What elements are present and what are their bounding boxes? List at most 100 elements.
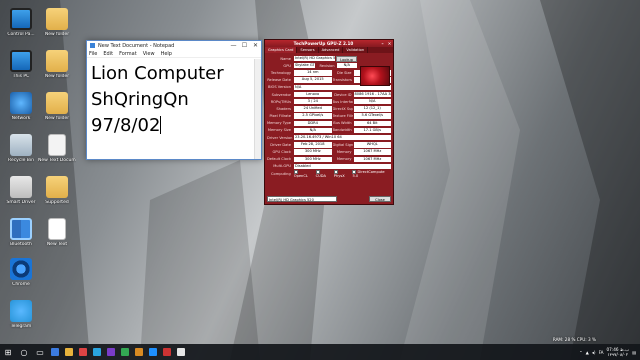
language-indicator[interactable]: FA xyxy=(599,350,604,355)
taskbar-app-icon[interactable] xyxy=(104,344,118,360)
desktop-icon[interactable]: Telegram xyxy=(2,300,40,329)
app-icon xyxy=(48,134,66,156)
gpuz-field-label: BIOS Version xyxy=(268,85,291,90)
close-button[interactable]: ✕ xyxy=(250,41,261,50)
app-icon xyxy=(46,92,68,114)
windows-logo-icon[interactable]: ⊞ xyxy=(0,344,16,360)
opencl-checkbox[interactable]: OpenCL xyxy=(293,169,313,178)
gpuz-field-label: Texture Fillrate xyxy=(332,114,353,119)
gpuz-titlebar[interactable]: TechPowerUp GPU-Z 2.10 – ✕ xyxy=(265,40,393,47)
app-icon xyxy=(46,8,68,30)
desktop-icon[interactable]: New folder xyxy=(38,8,76,37)
gpuz-row: Subvendor Lenovo Device ID 8086 1916 - 17AA… xyxy=(267,91,391,98)
tab-graphics-card[interactable]: Graphics Card xyxy=(265,47,298,53)
gpuz-row: Memory Size N/A Bandwidth 17.1 GB/s xyxy=(267,127,391,134)
taskbar-app-icon[interactable] xyxy=(62,344,76,360)
gpuz-field-value: 5.6 GTexel/s xyxy=(353,113,391,119)
gpu-select-dropdown[interactable]: Intel(R) HD Graphics 520 xyxy=(267,195,337,202)
taskbar-app-icon[interactable] xyxy=(146,344,160,360)
gpuz-field-label: Bus Interface xyxy=(332,99,353,104)
menu-edit[interactable]: Edit xyxy=(103,51,113,57)
network-icon[interactable]: ▲ xyxy=(586,350,589,355)
app-icon xyxy=(46,176,68,198)
gpuz-field-value: 8086 1916 - 17AA 3802 xyxy=(353,91,391,98)
notepad-titlebar[interactable]: New Text Document - Notepad — ☐ ✕ xyxy=(87,41,261,50)
taskbar-app-icon[interactable] xyxy=(118,344,132,360)
gpuz-footer: Intel(R) HD Graphics 520 Close xyxy=(267,195,391,202)
tab-validation[interactable]: Validation xyxy=(343,47,369,53)
taskbar-app-icon[interactable] xyxy=(48,344,62,360)
desktop-icon[interactable]: New Text Document xyxy=(38,134,76,163)
tab-sensors[interactable]: Sensors xyxy=(297,47,319,53)
desktop-icon-label: Supported xyxy=(45,200,69,205)
tab-advanced[interactable]: Advanced xyxy=(319,47,344,53)
lookup-button[interactable]: Lookup xyxy=(336,55,357,62)
clock[interactable]: 07:46 ب.ظ ۱۳۹۷/۰۸/۰۲ xyxy=(606,347,629,357)
desktop-icon[interactable]: Network xyxy=(2,92,40,121)
search-icon[interactable]: ○ xyxy=(16,344,32,360)
taskbar-app-icon[interactable] xyxy=(90,344,104,360)
gpuz-field-label: Digital Signature xyxy=(332,142,353,147)
chevron-up-icon[interactable]: ⌃ xyxy=(579,350,583,355)
minimize-button[interactable]: – xyxy=(379,41,386,46)
close-button[interactable]: Close xyxy=(369,195,391,202)
menu-help[interactable]: Help xyxy=(161,51,172,57)
menu-view[interactable]: View xyxy=(143,51,155,57)
gpuz-field-label: Name xyxy=(280,56,291,61)
desktop-icon[interactable]: Supported xyxy=(38,176,76,205)
vertical-scrollbar[interactable] xyxy=(254,59,261,159)
desktop-icon[interactable]: Bluetooth xyxy=(2,218,40,247)
close-button[interactable]: ✕ xyxy=(386,41,393,46)
desktop-icon[interactable]: Recycle Bin xyxy=(2,134,40,163)
desktop-icon[interactable]: New folder xyxy=(38,50,76,79)
gpuz-field-value: 2.5 GPixel/s xyxy=(294,113,332,119)
desktop-icon[interactable]: New folder xyxy=(38,92,76,121)
text-line: ShQringQn xyxy=(91,89,189,110)
desktop-icon[interactable]: This PC xyxy=(2,50,40,79)
gpuz-field-label: Device ID xyxy=(334,92,352,97)
task-view-icon[interactable]: ▭ xyxy=(32,344,48,360)
notifications-icon[interactable]: ▤ xyxy=(632,350,636,355)
rog-logo-icon xyxy=(360,66,390,86)
gpuz-field-value: DDR4 xyxy=(294,120,332,126)
cuda-checkbox[interactable]: CUDA xyxy=(315,169,331,178)
gpuz-window[interactable]: TechPowerUp GPU-Z 2.10 – ✕ Graphics Card… xyxy=(264,39,394,205)
desktop-icon-label: Bluetooth xyxy=(10,242,32,247)
volume-icon[interactable]: ◂) xyxy=(592,350,596,355)
taskbar: ⊞ ○ ▭ ⌃ ▲ ◂) FA 07:46 ب.ظ ۱۳۹۷/۰۸/۰۲ ▤ xyxy=(0,344,640,360)
taskbar-app-icon[interactable] xyxy=(160,344,174,360)
computing-row: Computing OpenCL CUDA PhysX DirectComput… xyxy=(265,169,393,178)
directcompute-checkbox[interactable]: DirectCompute 5.0 xyxy=(352,169,391,178)
desktop-icon[interactable]: Chrome xyxy=(2,258,40,287)
menu-file[interactable]: File xyxy=(89,51,97,57)
desktop-icon-label: New Text xyxy=(46,242,68,247)
gpuz-field-label: Default Clock xyxy=(267,157,292,162)
app-icon xyxy=(10,300,32,322)
taskbar-app-icon[interactable] xyxy=(76,344,90,360)
gpuz-field-label: Transistors xyxy=(332,78,352,83)
notepad-title: New Text Document - Notepad xyxy=(98,42,175,49)
notepad-window[interactable]: New Text Document - Notepad — ☐ ✕ File E… xyxy=(86,40,262,160)
desktop-icon-label: Network xyxy=(11,116,31,121)
notepad-text-area[interactable]: Lion Computer ShQringQn 97/8/02 xyxy=(91,61,251,139)
desktop-icon-label: New folder xyxy=(44,116,70,121)
desktop-icon-label: Recycle Bin xyxy=(8,158,34,163)
desktop-icon[interactable]: Control Pa... xyxy=(2,8,40,37)
gpuz-field-label: Die Size xyxy=(337,70,352,75)
desktop-icon[interactable]: Smart Driver xyxy=(2,176,40,205)
gpuz-field-value: Aug 5, 2015 xyxy=(294,77,332,83)
physx-checkbox[interactable]: PhysX xyxy=(333,169,350,178)
gpuz-field-label: Revision xyxy=(319,63,335,68)
gpuz-field-value: 14 nm xyxy=(294,70,332,76)
system-tray: ⌃ ▲ ◂) FA 07:46 ب.ظ ۱۳۹۷/۰۸/۰۲ ▤ xyxy=(579,347,640,357)
taskbar-app-icon[interactable] xyxy=(174,344,188,360)
minimize-button[interactable]: — xyxy=(228,41,239,50)
maximize-button[interactable]: ☐ xyxy=(239,41,250,50)
gpuz-field-value: Lenovo xyxy=(294,91,332,98)
menu-format[interactable]: Format xyxy=(119,51,137,57)
desktop-icon-label: This PC xyxy=(12,74,30,79)
taskbar-app-icon[interactable] xyxy=(132,344,146,360)
gpuz-field-label: Memory xyxy=(336,157,352,162)
desktop-icon[interactable]: New Text xyxy=(38,218,76,247)
computing-label: Computing xyxy=(271,171,291,176)
